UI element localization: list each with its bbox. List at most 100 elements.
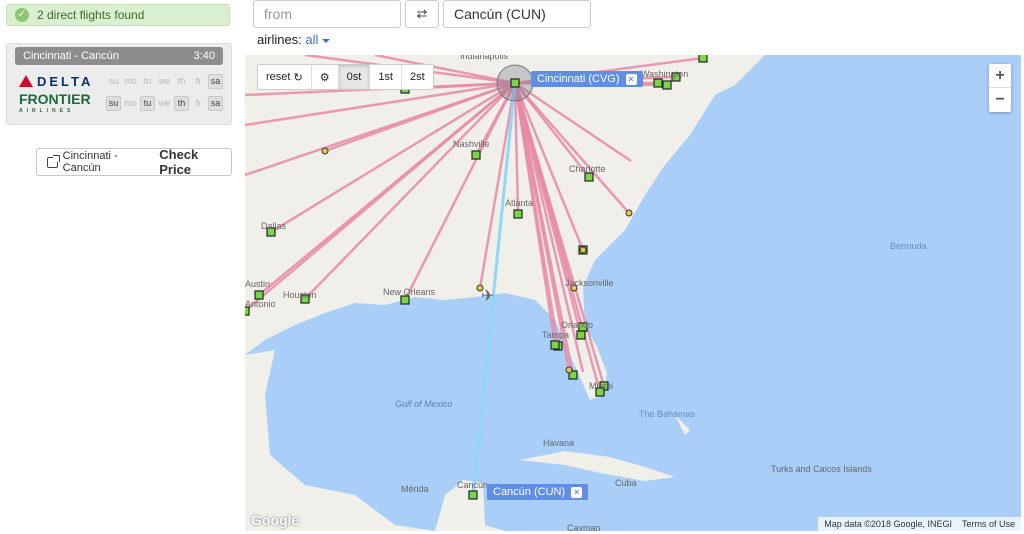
airport-dot: [625, 209, 633, 217]
destination-tag[interactable]: Cancún (CUN) ×: [487, 484, 589, 500]
place-label: Miami: [589, 381, 613, 391]
day-sa: sa: [208, 73, 223, 89]
place-label: New Orleans: [383, 287, 436, 297]
airport-node: [468, 490, 478, 500]
external-link-icon: [47, 154, 60, 168]
delta-days: su mo tu we th fr sa: [106, 73, 223, 89]
zoom-out-button[interactable]: −: [989, 88, 1011, 112]
day-tu: tu: [140, 95, 155, 111]
day-we: we: [158, 75, 171, 86]
airport-node: [400, 295, 410, 305]
place-label: Mérida: [401, 484, 429, 494]
day-su: su: [106, 95, 121, 111]
day-mo: mo: [124, 97, 137, 108]
place-label: Cancún: [457, 480, 488, 490]
close-icon[interactable]: ×: [625, 73, 637, 85]
place-label: Charlotte: [569, 164, 606, 174]
destination-tag-label: Cancún (CUN): [493, 486, 566, 498]
route-duration: 3:40: [193, 50, 215, 62]
zoom-in-button[interactable]: +: [989, 64, 1011, 88]
swap-icon: ⇄: [416, 6, 428, 21]
terms-link[interactable]: Terms of Use: [962, 519, 1015, 529]
check-price-button[interactable]: Cincinnati - Cancún Check Price: [36, 147, 232, 177]
airline-row-delta: DELTA su mo tu we th fr sa: [19, 70, 231, 92]
airport-node: [550, 340, 560, 350]
place-label: Orlando: [561, 320, 593, 330]
airlines-filter[interactable]: airlines: all: [257, 32, 331, 47]
airport-node: [510, 78, 520, 88]
place-label: Antonio: [245, 299, 276, 309]
day-mo: mo: [124, 75, 137, 86]
place-label: Tampa: [542, 330, 569, 340]
route-map[interactable]: Indianapolis Washington Nashville Charlotte…: [245, 55, 1021, 531]
day-fr: fr: [195, 75, 202, 86]
results-banner: ✓ 2 direct flights found: [6, 4, 230, 26]
gear-icon: ⚙: [319, 71, 330, 84]
map-controls: reset ↻ ⚙ 0st 1st 2st: [257, 64, 434, 90]
airlines-filter-label: airlines:: [257, 32, 302, 47]
origin-tag-label: Cincinnati (CVG): [537, 73, 620, 85]
place-label: Dallas: [261, 221, 287, 231]
day-we: we: [158, 97, 171, 108]
day-th: th: [174, 95, 189, 111]
check-price-route: Cincinnati - Cancún: [62, 150, 118, 174]
route-card[interactable]: Cincinnati - Cancún 3:40 DELTA su mo tu …: [6, 43, 232, 125]
from-input[interactable]: from: [253, 0, 401, 28]
place-label: Gulf of Mexico: [395, 399, 453, 409]
google-logo: Google: [251, 512, 300, 528]
frontier-logo: FRONTIER AIRLINES: [19, 91, 91, 114]
airport-node: [513, 209, 523, 219]
check-icon: ✓: [15, 8, 29, 22]
place-label: Cayman: [567, 523, 601, 531]
airport-dot: [321, 147, 329, 155]
caret-down-icon: [322, 38, 331, 43]
place-label: Atlanta: [505, 198, 533, 208]
map-canvas[interactable]: Indianapolis Washington Nashville Charlotte…: [245, 55, 1021, 531]
stops-0-button[interactable]: 0st: [338, 65, 371, 89]
place-label: Jacksonville: [565, 278, 614, 288]
airport-node: [254, 290, 264, 300]
place-label: Cuba: [615, 478, 637, 488]
route-header: Cincinnati - Cancún 3:40: [15, 47, 223, 65]
place-label: Washington: [641, 69, 688, 79]
route-title: Cincinnati - Cancún: [23, 50, 119, 62]
airport-dot: [565, 366, 573, 374]
airport-node: [584, 172, 594, 182]
place-label: Havana: [543, 438, 574, 448]
day-th: th: [177, 75, 186, 86]
map-attribution: Map data ©2018 Google, INEGI Terms of Us…: [818, 517, 1021, 531]
airport-node: [653, 78, 663, 88]
place-label: Austin: [245, 279, 270, 289]
place-label: The Bahamas: [639, 409, 696, 419]
stops-1-button[interactable]: 1st: [370, 65, 402, 89]
airport-dot: [579, 246, 587, 254]
airport-node: [471, 150, 481, 160]
place-label: Indianapolis: [460, 55, 509, 61]
day-tu: tu: [143, 75, 152, 86]
settings-button[interactable]: ⚙: [312, 65, 339, 89]
results-text: 2 direct flights found: [37, 8, 145, 22]
check-price-label: Check Price: [159, 147, 199, 177]
to-input[interactable]: Cancún (CUN): [443, 0, 591, 28]
day-su: su: [108, 75, 119, 86]
plane-icon: ✈: [481, 288, 495, 305]
swap-button[interactable]: ⇄: [405, 0, 439, 28]
zoom-controls: + −: [989, 64, 1011, 112]
place-label: Houston: [283, 290, 317, 300]
place-label: Turks and Caicos Islands: [771, 464, 872, 474]
airport-node: [576, 330, 586, 340]
airport-node: [662, 80, 672, 90]
airline-row-frontier: FRONTIER AIRLINES su mo tu we th fr sa: [19, 92, 231, 114]
close-icon[interactable]: ×: [571, 486, 583, 498]
airport-node: [698, 55, 708, 63]
refresh-icon: ↻: [293, 71, 303, 84]
origin-tag[interactable]: Cincinnati (CVG) ×: [531, 71, 643, 87]
place-label: Bermuda: [890, 241, 927, 251]
place-label: Nashville: [453, 139, 490, 149]
delta-logo: DELTA: [19, 71, 103, 91]
day-sa: sa: [208, 95, 223, 111]
day-fr: fr: [195, 97, 202, 108]
stops-2-button[interactable]: 2st: [402, 65, 433, 89]
airlines-filter-value[interactable]: all: [305, 32, 318, 47]
reset-button[interactable]: reset ↻: [258, 65, 312, 89]
